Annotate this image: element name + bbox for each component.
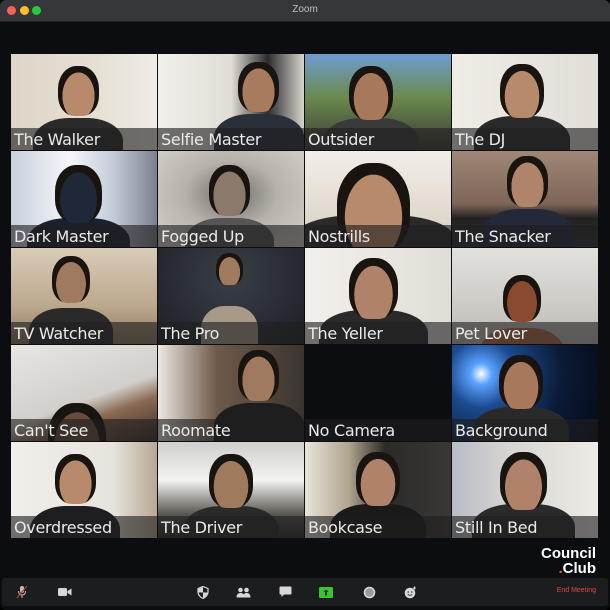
mute-button[interactable] bbox=[14, 584, 30, 600]
participant-tile-background[interactable]: Background bbox=[452, 345, 598, 441]
participant-name: No Camera bbox=[308, 421, 395, 440]
participant-name: TV Watcher bbox=[14, 324, 104, 343]
participant-video-face bbox=[348, 257, 399, 320]
participant-name: Pet Lover bbox=[455, 324, 527, 343]
participant-tile-the-yeller[interactable]: The Yeller bbox=[305, 248, 451, 344]
participant-video-face bbox=[238, 61, 280, 113]
reactions-button[interactable] bbox=[402, 584, 418, 600]
participant-name: The Pro bbox=[161, 324, 220, 343]
end-meeting-button[interactable]: End Meeting bbox=[557, 587, 596, 594]
zoom-window: Zoom The Walker Selfie Master Outsider The … bbox=[0, 0, 610, 610]
participant-tile-overdressed[interactable]: Overdressed bbox=[11, 442, 157, 538]
chat-bubble-icon bbox=[279, 586, 291, 597]
participant-video-face bbox=[54, 453, 96, 505]
participant-tile-dark-master[interactable]: Dark Master bbox=[11, 151, 157, 247]
participant-tile-selfie-master[interactable]: Selfie Master bbox=[158, 54, 304, 150]
participant-video-face bbox=[348, 65, 393, 120]
participant-tile-tv-watcher[interactable]: TV Watcher bbox=[11, 248, 157, 344]
video-button[interactable] bbox=[57, 584, 73, 600]
participant-name: The DJ bbox=[455, 130, 506, 149]
participant-tile-bookcase[interactable]: Bookcase bbox=[305, 442, 451, 538]
participant-tile-outsider[interactable]: Outsider bbox=[305, 54, 451, 150]
participant-name: The Driver bbox=[161, 518, 243, 537]
logo-club: Club bbox=[562, 560, 596, 577]
record-icon bbox=[363, 586, 375, 598]
participant-name: The Yeller bbox=[308, 324, 383, 343]
participant-tile-no-camera[interactable]: No Camera bbox=[305, 345, 451, 441]
participant-tile-the-walker[interactable]: The Walker bbox=[11, 54, 157, 150]
meeting-toolbar: End Meeting bbox=[2, 578, 608, 606]
window-title: Zoom bbox=[292, 4, 318, 15]
participant-name: The Snacker bbox=[455, 227, 551, 246]
participant-name: Selfie Master bbox=[161, 130, 262, 149]
participant-tile-nostrills[interactable]: Nostrills bbox=[305, 151, 451, 247]
participant-tile-the-pro[interactable]: The Pro bbox=[158, 248, 304, 344]
participant-video-face bbox=[216, 252, 243, 286]
logo-line-2: .Club bbox=[541, 560, 597, 577]
record-button[interactable] bbox=[361, 584, 377, 600]
security-button[interactable] bbox=[195, 584, 211, 600]
participants-button[interactable] bbox=[235, 584, 251, 600]
participant-video-face bbox=[500, 451, 547, 510]
participant-video-face bbox=[238, 349, 280, 401]
participant-name: Can't See bbox=[14, 421, 89, 440]
gallery-view-grid: The Walker Selfie Master Outsider The DJ Dar… bbox=[11, 54, 598, 538]
participant-video-face bbox=[54, 165, 102, 224]
participant-name: The Walker bbox=[14, 130, 101, 149]
chat-button[interactable] bbox=[277, 584, 293, 600]
participant-video-face bbox=[51, 255, 90, 303]
participant-name: Bookcase bbox=[308, 518, 383, 537]
participant-tile-can-t-see[interactable]: Can't See bbox=[11, 345, 157, 441]
participant-name: Nostrills bbox=[308, 227, 370, 246]
participant-name: Fogged Up bbox=[161, 227, 244, 246]
logo-line-1: Council bbox=[541, 545, 596, 562]
participant-name: Roomate bbox=[161, 421, 231, 440]
share-screen-icon bbox=[319, 586, 333, 598]
share-screen-button[interactable] bbox=[318, 584, 334, 600]
participant-video-face bbox=[503, 274, 542, 322]
participant-video-face bbox=[507, 155, 549, 207]
participant-name: Dark Master bbox=[14, 227, 109, 246]
participant-name: Background bbox=[455, 421, 548, 440]
council-club-logo: Council .Club bbox=[541, 546, 596, 576]
microphone-muted-icon bbox=[16, 585, 28, 599]
participant-tile-roomate[interactable]: Roomate bbox=[158, 345, 304, 441]
participant-tile-the-driver[interactable]: The Driver bbox=[158, 442, 304, 538]
participant-tile-the-dj[interactable]: The DJ bbox=[452, 54, 598, 150]
participant-video-face bbox=[356, 451, 400, 506]
video-camera-icon bbox=[58, 588, 72, 596]
participants-icon bbox=[236, 587, 250, 597]
participant-video-face bbox=[209, 453, 253, 508]
shield-icon bbox=[197, 585, 209, 599]
participant-video-face bbox=[500, 63, 544, 118]
participant-name: Still In Bed bbox=[455, 518, 538, 537]
participant-tile-fogged-up[interactable]: Fogged Up bbox=[158, 151, 304, 247]
participant-name: Overdressed bbox=[14, 518, 112, 537]
participant-name: Outsider bbox=[308, 130, 374, 149]
participant-tile-still-in-bed[interactable]: Still In Bed bbox=[452, 442, 598, 538]
participant-video-face bbox=[57, 65, 99, 117]
reactions-icon bbox=[404, 586, 416, 598]
participant-tile-the-snacker[interactable]: The Snacker bbox=[452, 151, 598, 247]
title-bar: Zoom bbox=[0, 0, 610, 22]
participant-video-face bbox=[498, 354, 543, 409]
participant-video-face bbox=[209, 165, 250, 217]
participant-tile-pet-lover[interactable]: Pet Lover bbox=[452, 248, 598, 344]
